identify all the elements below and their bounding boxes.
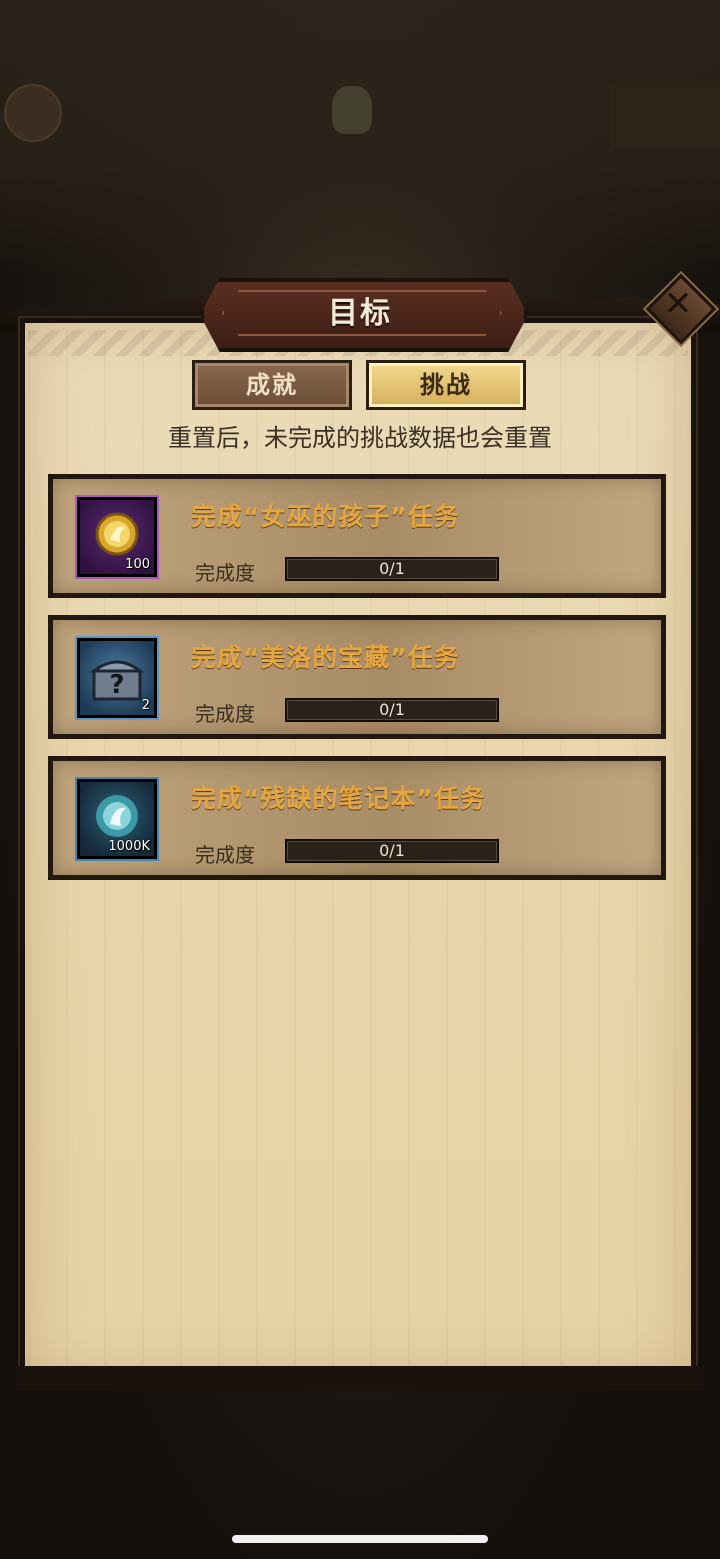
task-title: 完成“美洛的宝藏”任务 [191,643,460,672]
progress-bar: 0/1 [285,839,499,863]
task-title: 完成“女巫的孩子”任务 [191,502,460,531]
background-potion-icon [332,86,372,134]
tab-achievements[interactable]: 成就 [192,360,352,410]
panel-title: 目标 [328,296,392,331]
task-card[interactable]: ? 2 完成“美洛的宝藏”任务 完成度 0/1 [48,615,666,739]
close-icon: ✕ [663,284,693,324]
background-round-icon [4,84,62,142]
reward-count: 2 [141,698,150,713]
progress-bar: 0/1 [285,698,499,722]
close-button[interactable]: ✕ [645,273,717,345]
home-indicator[interactable] [232,1535,488,1543]
task-card[interactable]: 1000K 完成“残缺的笔记本”任务 完成度 0/1 [48,756,666,880]
progress-text: 0/1 [379,841,405,860]
progress-text: 0/1 [379,700,405,719]
background-banner [610,82,720,148]
task-card[interactable]: 100 完成“女巫的孩子”任务 完成度 0/1 [48,474,666,598]
progress-label: 完成度 [195,843,255,867]
reward-count: 100 [125,557,150,572]
tab-challenges[interactable]: 挑战 [366,360,526,410]
reward-item[interactable]: ? 2 [77,638,157,718]
reward-item[interactable]: 100 [77,497,157,577]
panel-frame-bottom [16,1366,704,1390]
progress-label: 完成度 [195,561,255,585]
svg-text:?: ? [109,670,124,700]
progress-text: 0/1 [379,559,405,578]
task-title: 完成“残缺的笔记本”任务 [191,784,486,813]
reward-item[interactable]: 1000K [77,779,157,859]
reward-count: 1000K [108,839,150,854]
progress-bar: 0/1 [285,557,499,581]
progress-label: 完成度 [195,702,255,726]
reset-notice: 重置后，未完成的挑战数据也会重置 [168,424,552,452]
